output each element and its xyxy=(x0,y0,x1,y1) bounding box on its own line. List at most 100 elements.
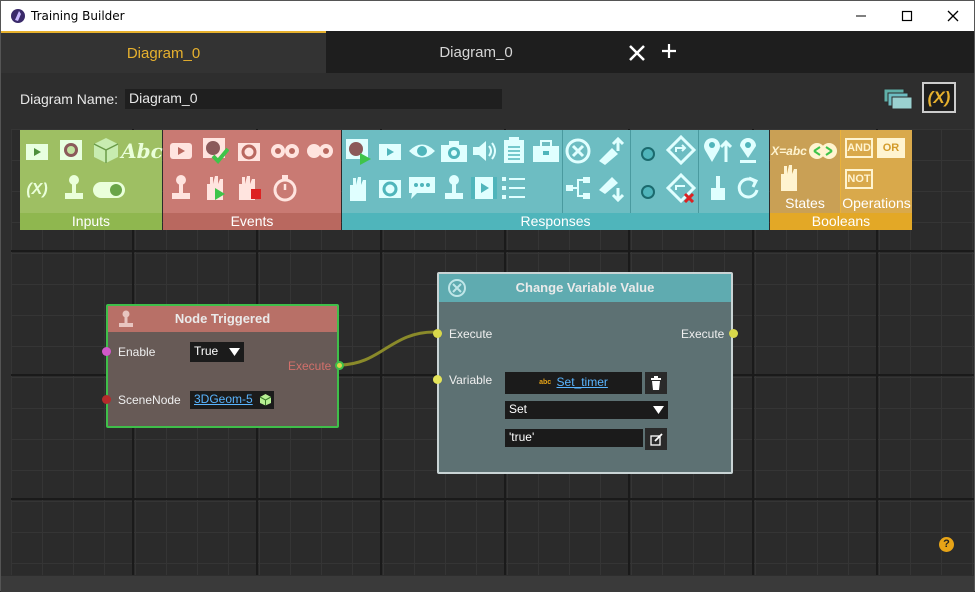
execute-output-label: Execute xyxy=(288,359,332,373)
response-list-icon[interactable] xyxy=(500,174,528,202)
minimize-button[interactable] xyxy=(838,1,884,31)
dropdown-arrow-icon xyxy=(229,348,240,356)
response-pin-icon[interactable] xyxy=(734,136,762,164)
change-variable-node[interactable]: Change Variable Value Execute Execute Va… xyxy=(433,272,738,474)
execute-input-label: Execute xyxy=(449,327,493,341)
palette-label-responses: Responses xyxy=(342,213,769,230)
states-hand-icon[interactable] xyxy=(774,161,804,193)
event-chain-icon[interactable] xyxy=(303,137,337,165)
event-sequence-icon[interactable] xyxy=(269,137,301,165)
response-tag-arrow-icon[interactable] xyxy=(596,137,624,165)
scenenode-link[interactable]: 3DGeom-5 xyxy=(194,392,253,406)
response-tag-down-icon[interactable] xyxy=(596,174,624,202)
operation-dropdown[interactable]: Set xyxy=(505,401,668,419)
node-triggered[interactable]: Node Triggered Enable True Execute Scene… xyxy=(102,304,344,428)
enable-dropdown[interactable]: True xyxy=(190,342,244,362)
help-icon[interactable]: ? xyxy=(939,537,954,552)
tab-label: Diagram_0 xyxy=(126,44,201,62)
states-compare-icon[interactable] xyxy=(808,137,838,165)
value-input[interactable]: 'true' xyxy=(505,429,643,447)
variable-port[interactable] xyxy=(433,375,442,384)
palette-divider xyxy=(562,130,563,213)
close-button[interactable] xyxy=(930,1,975,31)
response-toolbox-icon[interactable] xyxy=(530,137,562,165)
event-hand-play-icon[interactable] xyxy=(201,173,229,201)
layers-icon[interactable] xyxy=(882,87,916,111)
variable-field[interactable]: abc Set_timer xyxy=(505,372,642,394)
scenenode-field[interactable]: 3DGeom-5 xyxy=(190,391,274,409)
execute-output-port[interactable] xyxy=(335,361,344,370)
cube-icon xyxy=(259,394,272,406)
status-bar xyxy=(1,576,974,592)
execute-output-label: Execute xyxy=(681,327,725,341)
palette-label-inputs: Inputs xyxy=(20,213,162,230)
event-record-icon[interactable] xyxy=(235,137,263,165)
enable-port[interactable] xyxy=(102,347,111,356)
variable-label: Variable xyxy=(449,373,493,387)
response-image-play-icon[interactable] xyxy=(344,137,372,165)
op-or-button[interactable]: OR xyxy=(877,138,905,158)
event-check-icon[interactable] xyxy=(201,136,229,164)
node-title: Change Variable Value xyxy=(515,280,655,295)
response-pin-up-icon[interactable] xyxy=(702,136,732,164)
response-tree-icon[interactable] xyxy=(564,174,592,202)
op-not-button[interactable]: NOT xyxy=(845,169,873,189)
event-media-icon[interactable] xyxy=(167,137,195,165)
input-3d-cube-icon[interactable] xyxy=(92,136,120,164)
palette-responses: Responses xyxy=(342,130,769,230)
response-hand-point-icon[interactable] xyxy=(704,174,732,202)
op-and-button[interactable]: AND xyxy=(845,138,873,158)
input-joystick-icon[interactable] xyxy=(60,174,88,202)
response-clipboard-icon[interactable] xyxy=(500,136,528,164)
variable-icon: (X) xyxy=(927,87,951,107)
edit-value-button[interactable] xyxy=(645,428,667,450)
palette-inputs: Abc (X) Inputs xyxy=(20,130,163,230)
execute-output-port[interactable] xyxy=(729,329,738,338)
event-joystick-icon[interactable] xyxy=(167,174,195,202)
response-reset-icon[interactable] xyxy=(734,174,762,202)
tab-diagram-active[interactable]: Diagram_0 xyxy=(1,31,326,73)
input-media-icon[interactable] xyxy=(23,137,51,165)
response-state-off-icon[interactable] xyxy=(638,178,658,206)
variable-icon xyxy=(448,279,466,297)
response-joystick-icon[interactable] xyxy=(440,174,468,202)
scenenode-port[interactable] xyxy=(102,395,111,404)
execute-input-port[interactable] xyxy=(433,329,442,338)
node-title: Node Triggered xyxy=(174,311,271,326)
response-media-icon[interactable] xyxy=(376,137,404,165)
maximize-button[interactable] xyxy=(884,1,930,31)
response-video-icon[interactable] xyxy=(468,174,500,202)
input-image-icon[interactable] xyxy=(58,137,86,165)
input-variable-icon[interactable]: (X) xyxy=(23,176,51,204)
close-tab-icon[interactable] xyxy=(627,43,647,63)
event-hand-stop-icon[interactable] xyxy=(235,173,263,201)
node-header[interactable]: Node Triggered xyxy=(108,306,337,332)
response-jump-cancel-icon[interactable] xyxy=(666,173,696,203)
trash-icon xyxy=(651,376,661,390)
variable-link[interactable]: Set_timer xyxy=(557,375,608,389)
plus-icon xyxy=(662,44,676,58)
response-camera-icon[interactable] xyxy=(438,137,470,165)
diagram-name-label: Diagram Name: xyxy=(20,91,119,107)
response-sound-icon[interactable] xyxy=(470,137,498,165)
response-state-on-icon[interactable] xyxy=(638,140,658,168)
node-header[interactable]: Change Variable Value xyxy=(439,274,731,302)
response-hand-icon[interactable] xyxy=(344,174,372,202)
palette-booleans: X=abc AND OR NOT States Operations Boole… xyxy=(770,130,912,230)
input-text-icon[interactable]: Abc xyxy=(121,137,163,165)
event-timer-icon[interactable] xyxy=(271,174,299,202)
delete-variable-button[interactable] xyxy=(645,372,667,394)
response-record-icon[interactable] xyxy=(376,174,404,202)
response-variable-icon[interactable] xyxy=(564,137,592,165)
enable-label: Enable xyxy=(118,345,156,359)
variables-button[interactable]: (X) xyxy=(922,82,956,113)
input-toggle-icon[interactable] xyxy=(92,176,126,204)
response-chat-icon[interactable] xyxy=(406,174,438,202)
diagram-name-input[interactable]: Diagram_0 xyxy=(125,89,502,109)
response-jump-icon[interactable] xyxy=(666,135,696,165)
edit-icon xyxy=(649,432,663,446)
response-eye-icon[interactable] xyxy=(406,137,438,165)
tab-diagram[interactable]: Diagram_0 xyxy=(326,31,626,73)
operation-value: Set xyxy=(509,402,528,416)
add-tab-button[interactable] xyxy=(659,41,679,63)
